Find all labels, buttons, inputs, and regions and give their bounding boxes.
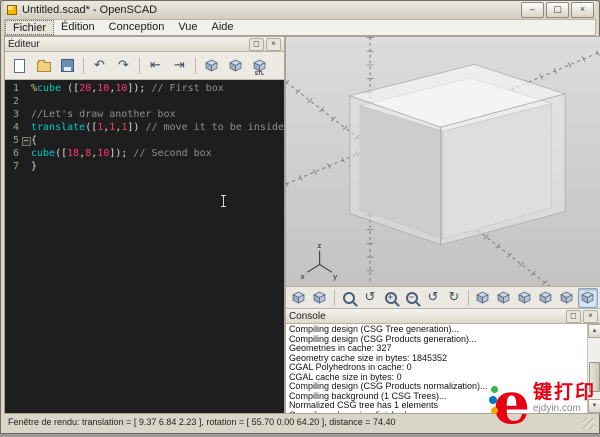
preview-icon[interactable]: [289, 288, 309, 308]
console-pane: Console ◻ × Compiling design (CSG Tree g…: [286, 309, 600, 413]
editor-pane-title: Éditeur: [8, 39, 247, 50]
scroll-up-icon[interactable]: ▲: [588, 324, 600, 338]
view-left-icon[interactable]: [515, 288, 535, 308]
export-stl-icon[interactable]: STL: [248, 54, 271, 77]
3d-scene: z x y: [286, 37, 600, 286]
reset-view-icon[interactable]: ↺: [360, 288, 380, 308]
line-number: 1: [5, 82, 21, 95]
line-number: 5: [5, 134, 21, 147]
scroll-down-icon[interactable]: ▼: [588, 399, 600, 413]
menu-aide[interactable]: Aide: [204, 20, 240, 35]
code-line[interactable]: 6cube([18,8,10]); // Second box: [5, 147, 284, 160]
render-icon[interactable]: [310, 288, 330, 308]
redo-icon[interactable]: ↷: [112, 54, 135, 77]
gutter: 3: [5, 108, 31, 121]
zoom-all-icon[interactable]: [339, 288, 359, 308]
resize-grip[interactable]: [583, 417, 595, 429]
minimize-button[interactable]: –: [521, 2, 544, 18]
code-line[interactable]: 5−{: [5, 134, 284, 147]
code-editor[interactable]: 1%cube ([20,10,10]); // First box23//Let…: [5, 80, 284, 413]
gutter: 4: [5, 121, 31, 134]
right-pane: z x y ↺+−↺↻ Console ◻ × Compiling design…: [285, 36, 600, 414]
menu-édition[interactable]: Édition: [54, 20, 102, 35]
axis-label-x: x: [301, 273, 305, 281]
toolbar-separator: [83, 58, 84, 74]
editor-float-icon[interactable]: ◻: [249, 38, 264, 51]
view-right-icon[interactable]: [536, 288, 556, 308]
gutter: 2: [5, 95, 31, 108]
line-number: 4: [5, 121, 21, 134]
console-output[interactable]: Compiling design (CSG Tree generation)..…: [286, 324, 587, 413]
editor-toolbar: ↶↷ ⇤⇥ STL: [5, 52, 284, 80]
window-title: Untitled.scad* - OpenSCAD: [22, 4, 517, 16]
rotate-right-icon[interactable]: ↻: [444, 288, 464, 308]
console-pane-title: Console: [289, 311, 564, 322]
undo-icon[interactable]: ↶: [88, 54, 111, 77]
editor-pane: Éditeur ◻ × ↶↷ ⇤⇥ STL 1%cube ([20,10,10]);…: [4, 36, 285, 414]
gutter: 1: [5, 82, 31, 95]
app-icon: [6, 4, 18, 16]
view-front-icon[interactable]: [557, 288, 577, 308]
save-icon[interactable]: [56, 54, 79, 77]
console-scrollbar[interactable]: ▲ ▼: [587, 324, 600, 413]
console-pane-header[interactable]: Console ◻ ×: [286, 309, 600, 324]
text-cursor-pointer: [223, 196, 224, 206]
perspective-icon[interactable]: [578, 288, 598, 308]
menu-vue[interactable]: Vue: [171, 20, 204, 35]
menu-bar: FichierÉditionConceptionVueAide: [4, 19, 596, 36]
gutter: 7: [5, 160, 31, 173]
line-number: 2: [5, 95, 21, 108]
view-bottom-icon[interactable]: [494, 288, 514, 308]
gutter: 6: [5, 147, 31, 160]
code-line[interactable]: 3//Let's draw another box: [5, 108, 284, 121]
code-lines: 1%cube ([20,10,10]); // First box23//Let…: [5, 82, 284, 173]
new-file-icon[interactable]: [8, 54, 31, 77]
render-icon[interactable]: [224, 54, 247, 77]
line-number: 3: [5, 108, 21, 121]
console-close-icon[interactable]: ×: [583, 310, 598, 323]
console-line: Compile and preview finished.: [289, 411, 584, 414]
axis-label-y: y: [333, 273, 337, 281]
view-toolbar: ↺+−↺↻: [286, 286, 600, 309]
toolbar-separator: [468, 290, 469, 306]
title-bar[interactable]: Untitled.scad* - OpenSCAD – ▢ ×: [4, 1, 596, 19]
axis-label-z: z: [317, 241, 321, 249]
zoom-out-icon[interactable]: −: [402, 288, 422, 308]
menu-conception[interactable]: Conception: [102, 20, 172, 35]
unindent-icon[interactable]: ⇤: [144, 54, 167, 77]
rotate-left-icon[interactable]: ↺: [423, 288, 443, 308]
main-area: Éditeur ◻ × ↶↷ ⇤⇥ STL 1%cube ([20,10,10]);…: [4, 36, 596, 414]
status-bar: Fenêtre de rendu: translation = [ 9.37 6…: [4, 414, 596, 430]
line-number: 6: [5, 147, 21, 160]
toolbar-separator: [334, 290, 335, 306]
scrollbar-thumb[interactable]: [589, 362, 600, 391]
toolbar-separator: [139, 58, 140, 74]
openscad-window: Untitled.scad* - OpenSCAD – ▢ × FichierÉ…: [0, 0, 600, 434]
code-line[interactable]: 1%cube ([20,10,10]); // First box: [5, 82, 284, 95]
code-line[interactable]: 2: [5, 95, 284, 108]
menu-fichier[interactable]: Fichier: [5, 20, 54, 35]
outer-ghost-box: [350, 64, 565, 244]
axis-indicator: [307, 251, 332, 273]
maximize-button[interactable]: ▢: [546, 2, 569, 18]
indent-icon[interactable]: ⇥: [168, 54, 191, 77]
code-line[interactable]: 7}: [5, 160, 284, 173]
line-number: 7: [5, 160, 21, 173]
toolbar-separator: [195, 58, 196, 74]
view-top-icon[interactable]: [473, 288, 493, 308]
preview-icon[interactable]: [200, 54, 223, 77]
3d-viewport[interactable]: z x y: [286, 37, 600, 286]
editor-pane-header[interactable]: Éditeur ◻ ×: [5, 37, 284, 52]
open-file-icon[interactable]: [32, 54, 55, 77]
code-line[interactable]: 4translate([1,1,1]) // move it to be ins…: [5, 121, 284, 134]
editor-close-icon[interactable]: ×: [266, 38, 281, 51]
console-float-icon[interactable]: ◻: [566, 310, 581, 323]
gutter: 5−: [5, 134, 31, 147]
status-text: Fenêtre de rendu: translation = [ 9.37 6…: [8, 417, 396, 427]
close-button[interactable]: ×: [571, 2, 594, 18]
scrollbar-track[interactable]: [588, 338, 600, 399]
zoom-in-icon[interactable]: +: [381, 288, 401, 308]
fold-marker-icon[interactable]: −: [22, 137, 31, 146]
